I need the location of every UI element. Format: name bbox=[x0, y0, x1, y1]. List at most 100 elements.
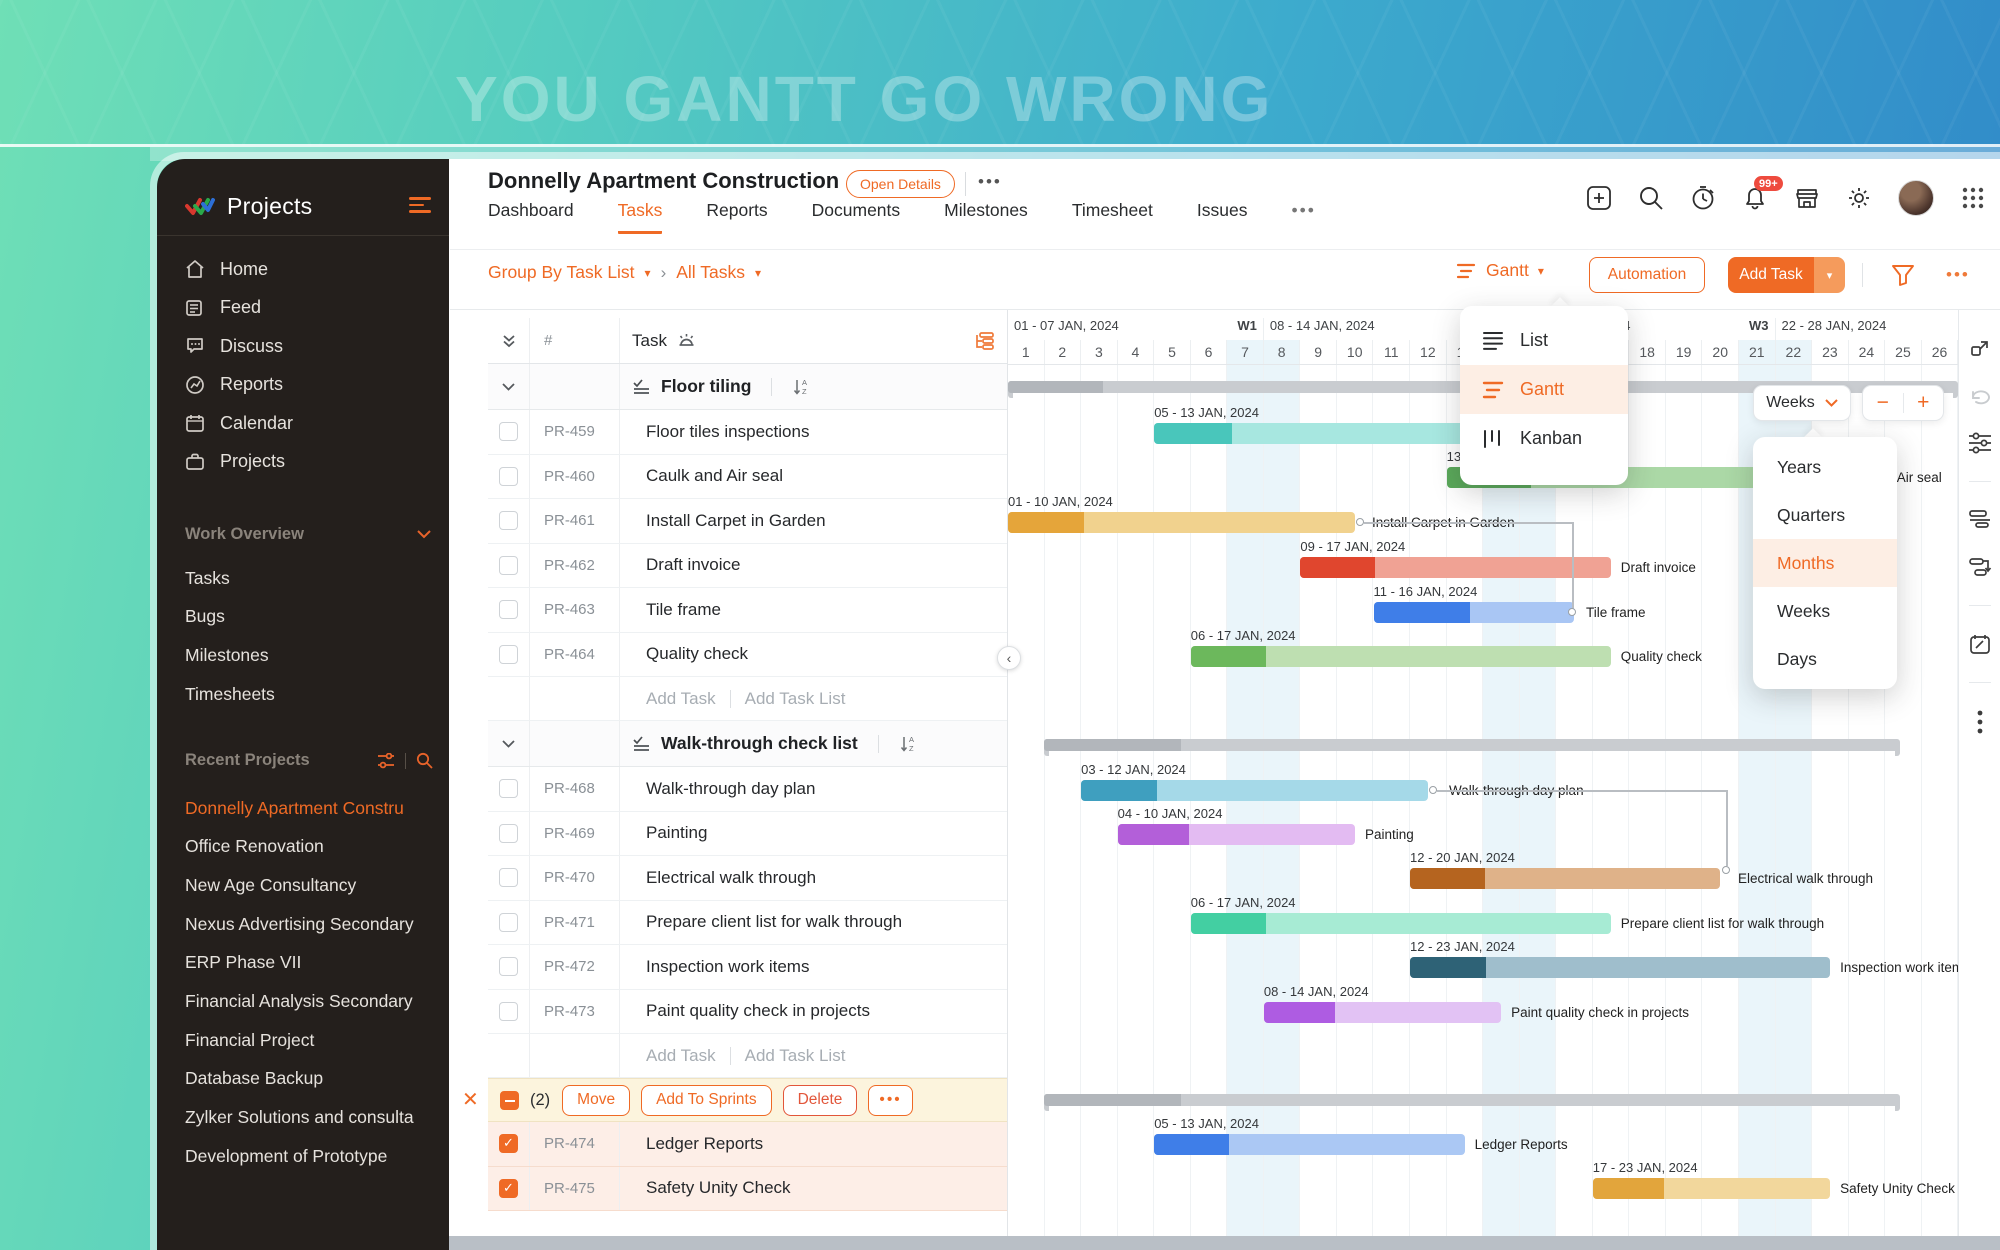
tab-tasks[interactable]: Tasks bbox=[617, 200, 663, 234]
apps-grid-icon[interactable] bbox=[1960, 185, 1986, 211]
expand-icon[interactable] bbox=[1969, 338, 1991, 360]
add-task-link[interactable]: Add Task bbox=[646, 689, 716, 709]
task-name[interactable]: Draft invoice bbox=[620, 555, 1007, 575]
reminder-siren-icon[interactable] bbox=[677, 332, 696, 349]
collapse-table-handle[interactable]: ‹ bbox=[997, 646, 1021, 670]
table-row[interactable]: PR-472 Inspection work items bbox=[488, 945, 1007, 990]
open-details-button[interactable]: Open Details bbox=[846, 170, 955, 198]
select-all-checkbox[interactable] bbox=[499, 1090, 519, 1110]
add-task-list-link[interactable]: Add Task List bbox=[745, 689, 846, 709]
critical-path-icon[interactable] bbox=[1968, 556, 1992, 578]
add-task-link[interactable]: Add Task bbox=[646, 1046, 716, 1066]
recent-project-item[interactable]: Development of Prototype bbox=[185, 1141, 441, 1171]
recent-project-item[interactable]: Nexus Advertising Secondary bbox=[185, 909, 441, 939]
view-menu-item-gantt[interactable]: Gantt bbox=[1460, 365, 1628, 414]
task-name[interactable]: Prepare client list for walk through bbox=[620, 912, 1007, 932]
view-selector-button[interactable]: Gantt ▾ bbox=[1455, 260, 1544, 281]
table-row[interactable]: PR-460 Caulk and Air seal bbox=[488, 454, 1007, 499]
tab-documents[interactable]: Documents bbox=[812, 200, 901, 231]
task-name[interactable]: Inspection work items bbox=[620, 957, 1007, 977]
add-task-button[interactable]: Add Task ▾ bbox=[1728, 257, 1845, 293]
sidebar-item-reports[interactable]: Reports bbox=[185, 369, 435, 401]
sort-az-icon[interactable]: AZ bbox=[899, 735, 917, 753]
add-task-list-link[interactable]: Add Task List bbox=[745, 1046, 846, 1066]
timescale-option-quarters[interactable]: Quarters bbox=[1753, 491, 1897, 539]
task-name[interactable]: Quality check bbox=[620, 644, 1007, 664]
header-more-icon[interactable]: ••• bbox=[978, 172, 1002, 192]
notifications-icon[interactable]: 99+ bbox=[1742, 176, 1783, 211]
timescale-option-days[interactable]: Days bbox=[1753, 635, 1897, 683]
timescale-option-years[interactable]: Years bbox=[1753, 443, 1897, 491]
task-name[interactable]: Safety Unity Check bbox=[620, 1178, 1007, 1198]
row-checkbox[interactable] bbox=[499, 600, 518, 620]
view-menu-item-kanban[interactable]: Kanban bbox=[1460, 414, 1628, 463]
more-vertical-icon[interactable] bbox=[1977, 710, 1983, 734]
search-projects-icon[interactable] bbox=[416, 752, 433, 769]
row-checkbox[interactable] bbox=[499, 1134, 518, 1154]
tab-milestones[interactable]: Milestones bbox=[944, 200, 1028, 231]
user-avatar[interactable] bbox=[1898, 180, 1934, 216]
tabs-more-icon[interactable]: ••• bbox=[1291, 200, 1315, 231]
timescale-dropdown[interactable]: Weeks bbox=[1753, 385, 1851, 421]
add-new-icon[interactable] bbox=[1586, 185, 1612, 211]
task-name[interactable]: Floor tiles inspections bbox=[620, 422, 1007, 442]
zoom-out-button[interactable]: − bbox=[1863, 391, 1903, 415]
toolbar-more-icon[interactable]: ••• bbox=[1946, 265, 1970, 285]
recent-project-item[interactable]: Financial Analysis Secondary bbox=[185, 987, 441, 1017]
table-row[interactable]: PR-461 Install Carpet in Garden bbox=[488, 499, 1007, 544]
gantt-bar-ledger-reports[interactable] bbox=[1154, 1134, 1465, 1155]
sidebar-item-tasks[interactable]: Tasks bbox=[185, 563, 441, 593]
view-menu-item-list[interactable]: List bbox=[1460, 316, 1628, 365]
task-name[interactable]: Painting bbox=[620, 823, 1007, 843]
tab-timesheet[interactable]: Timesheet bbox=[1072, 200, 1153, 231]
subtask-tree-icon[interactable] bbox=[973, 331, 995, 351]
recent-project-item[interactable]: New Age Consultancy bbox=[185, 870, 441, 900]
view-settings-sliders-icon[interactable] bbox=[1968, 432, 1992, 454]
gantt-bar-install-carpet-in-garden[interactable] bbox=[1008, 512, 1355, 533]
tab-issues[interactable]: Issues bbox=[1197, 200, 1248, 231]
table-row[interactable]: PR-471 Prepare client list for walk throu… bbox=[488, 900, 1007, 945]
gantt-bar-electrical-walk-through[interactable] bbox=[1410, 868, 1721, 889]
recent-project-item[interactable]: ERP Phase VII bbox=[185, 948, 441, 978]
add-to-sprints-button[interactable]: Add To Sprints bbox=[641, 1084, 772, 1116]
recent-project-item[interactable]: Zylker Solutions and consulta bbox=[185, 1103, 441, 1133]
gantt-bar-tile-frame[interactable] bbox=[1373, 602, 1575, 623]
expand-all-icon[interactable] bbox=[488, 318, 530, 363]
row-checkbox[interactable] bbox=[499, 555, 518, 575]
sidebar-item-bugs[interactable]: Bugs bbox=[185, 602, 441, 632]
all-tasks-dropdown[interactable]: All Tasks bbox=[676, 262, 745, 283]
task-name[interactable]: Caulk and Air seal bbox=[620, 466, 1007, 486]
sidebar-item-timesheets[interactable]: Timesheets bbox=[185, 679, 441, 709]
collapse-group-icon[interactable] bbox=[488, 721, 530, 766]
table-row[interactable]: PR-474Ledger Reports bbox=[488, 1122, 1007, 1167]
filter-projects-icon[interactable] bbox=[377, 752, 395, 769]
table-row[interactable]: PR-470 Electrical walk through bbox=[488, 856, 1007, 901]
group-summary-bar[interactable] bbox=[1044, 1094, 1900, 1111]
row-checkbox[interactable] bbox=[499, 1001, 518, 1021]
task-name[interactable]: Paint quality check in projects bbox=[620, 1001, 1007, 1021]
row-checkbox[interactable] bbox=[499, 1178, 518, 1198]
row-checkbox[interactable] bbox=[499, 422, 518, 442]
recent-project-item[interactable]: Financial Project bbox=[185, 1025, 441, 1055]
sidebar-item-discuss[interactable]: Discuss bbox=[185, 330, 435, 362]
row-checkbox[interactable] bbox=[499, 912, 518, 932]
baseline-rows-icon[interactable] bbox=[1968, 509, 1992, 529]
table-row[interactable]: PR-473 Paint quality check in projects bbox=[488, 989, 1007, 1034]
move-button[interactable]: Move bbox=[562, 1084, 631, 1116]
recent-project-item[interactable]: Office Renovation bbox=[185, 832, 441, 862]
recent-project-item[interactable]: Database Backup bbox=[185, 1064, 441, 1094]
gantt-bar-inspection-work-items[interactable] bbox=[1410, 957, 1831, 978]
collapse-group-icon[interactable] bbox=[488, 364, 530, 409]
row-checkbox[interactable] bbox=[499, 644, 518, 664]
automation-button[interactable]: Automation bbox=[1589, 257, 1705, 293]
sidebar-item-home[interactable]: Home bbox=[185, 253, 435, 285]
table-row[interactable]: PR-475Safety Unity Check bbox=[488, 1166, 1007, 1211]
sort-az-icon[interactable]: AZ bbox=[792, 378, 810, 396]
task-name[interactable]: Walk-through day plan bbox=[620, 779, 1007, 799]
delete-button[interactable]: Delete bbox=[782, 1084, 858, 1116]
row-checkbox[interactable] bbox=[499, 511, 518, 531]
sidebar-item-feed[interactable]: Feed bbox=[185, 292, 435, 324]
zoom-in-button[interactable]: + bbox=[1904, 391, 1944, 415]
table-row[interactable]: PR-464 Quality check bbox=[488, 632, 1007, 677]
gantt-bar-draft-invoice[interactable] bbox=[1300, 557, 1611, 578]
